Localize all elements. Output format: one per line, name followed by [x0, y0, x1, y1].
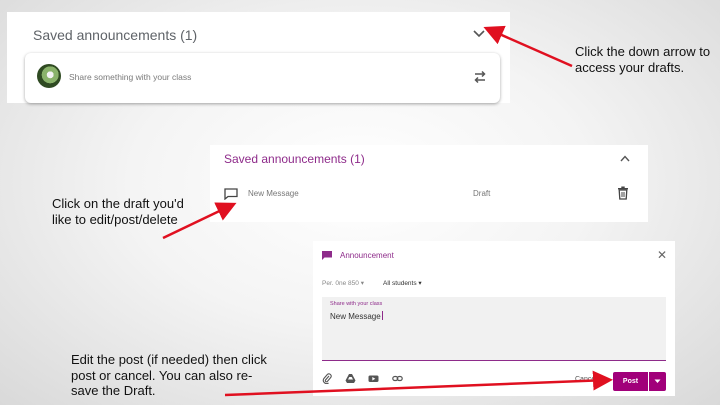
callout-edit: Edit the post (if needed) then click pos… [71, 352, 267, 398]
callout-draft: Click on the draft you'd like to edit/po… [52, 196, 184, 227]
callout-down-arrow: Click the down arrow to access your draf… [575, 44, 711, 75]
arrow-to-chevron [483, 25, 573, 68]
arrow-to-post [224, 370, 613, 397]
